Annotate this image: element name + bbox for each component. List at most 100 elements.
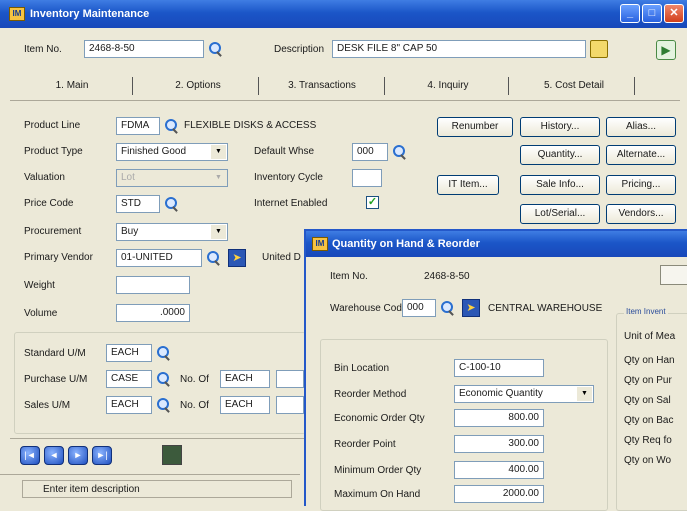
minimum-order-input[interactable]: 400.00	[454, 461, 544, 479]
sale-info-button[interactable]: Sale Info...	[520, 175, 600, 195]
sales-no-of-input[interactable]: EACH	[220, 396, 270, 414]
product-line-lookup-icon[interactable]	[162, 117, 180, 135]
sales-um-input[interactable]: EACH	[106, 396, 152, 414]
warehouse-lookup-icon[interactable]	[438, 299, 456, 317]
close-button[interactable]: ✕	[664, 4, 684, 23]
print-icon[interactable]	[162, 445, 182, 465]
last-record-button[interactable]: ►|	[92, 446, 112, 465]
alias-button[interactable]: Alias...	[606, 117, 676, 137]
maximize-button[interactable]: □	[642, 4, 662, 23]
quantity-button[interactable]: Quantity...	[520, 145, 600, 165]
alternate-button[interactable]: Alternate...	[606, 145, 676, 165]
inventory-cycle-input[interactable]	[352, 169, 382, 187]
vendor-drilldown-icon[interactable]: ➤	[228, 249, 246, 267]
purchase-factor-input[interactable]	[276, 370, 304, 388]
purchase-um-input[interactable]: CASE	[106, 370, 152, 388]
warehouse-drilldown-icon[interactable]: ➤	[462, 299, 480, 317]
warehouse-code-input[interactable]: 000	[402, 299, 436, 317]
app-icon: IM	[312, 237, 328, 251]
qty-on-backorder-label: Qty on Bac	[624, 415, 674, 426]
qty-corner-button[interactable]	[660, 265, 687, 285]
tab-inquiry[interactable]: 4. Inquiry	[398, 73, 498, 99]
pricing-button[interactable]: Pricing...	[606, 175, 676, 195]
purchase-um-lookup-icon[interactable]	[154, 370, 172, 388]
bin-location-input[interactable]: C-100-10	[454, 359, 544, 377]
valuation-value: Lot	[121, 172, 135, 183]
vendors-button[interactable]: Vendors...	[606, 204, 676, 224]
volume-input[interactable]: .0000	[116, 304, 190, 322]
internet-enabled-checkbox[interactable]: ✓	[366, 196, 379, 209]
warehouse-code-label: Warehouse Code	[330, 303, 408, 314]
memo-icon[interactable]	[590, 40, 608, 58]
maximum-on-hand-label: Maximum On Hand	[334, 489, 421, 500]
chevron-down-icon[interactable]: ▼	[211, 145, 226, 159]
reorder-point-input[interactable]: 300.00	[454, 435, 544, 453]
price-code-label: Price Code	[24, 198, 74, 209]
sales-factor-input[interactable]	[276, 396, 304, 414]
procurement-select[interactable]: Buy ▼	[116, 223, 228, 241]
description-label: Description	[274, 44, 325, 55]
maximum-on-hand-input[interactable]: 2000.00	[454, 485, 544, 503]
qty-item-no-value: 2468-8-50	[424, 271, 470, 282]
item-lookup-icon[interactable]	[206, 40, 224, 58]
bin-location-label: Bin Location	[334, 363, 390, 374]
previous-record-button[interactable]: ◄	[44, 446, 64, 465]
valuation-select: Lot ▼	[116, 169, 228, 187]
default-whse-input[interactable]: 000	[352, 143, 388, 161]
weight-input[interactable]	[116, 276, 190, 294]
warehouse-description: CENTRAL WAREHOUSE	[488, 303, 603, 314]
reorder-method-select[interactable]: Economic Quantity ▼	[454, 385, 594, 403]
product-type-select[interactable]: Finished Good ▼	[116, 143, 228, 161]
renumber-button[interactable]: Renumber	[437, 117, 513, 137]
main-titlebar[interactable]: IM Inventory Maintenance _ □ ✕	[0, 0, 687, 28]
vendor-lookup-icon[interactable]	[204, 249, 222, 267]
product-line-input[interactable]: FDMA	[116, 117, 160, 135]
lot-serial-button[interactable]: Lot/Serial...	[520, 204, 600, 224]
divider	[10, 438, 306, 439]
standard-um-input[interactable]: EACH	[106, 344, 152, 362]
eoq-label: Economic Order Qty	[334, 413, 425, 424]
first-record-button[interactable]: |◄	[20, 446, 40, 465]
reorder-point-label: Reorder Point	[334, 439, 396, 450]
procurement-value: Buy	[121, 226, 139, 237]
procurement-label: Procurement	[24, 226, 82, 237]
sales-no-of-label: No. Of	[180, 400, 209, 411]
it-item-button[interactable]: IT Item...	[437, 175, 499, 195]
save-record-icon[interactable]: ▶	[656, 40, 676, 60]
primary-vendor-input[interactable]: 01-UNITED	[116, 249, 202, 267]
tab-separator	[508, 77, 509, 95]
standard-um-lookup-icon[interactable]	[154, 344, 172, 362]
status-text: Enter item description	[22, 480, 292, 498]
price-code-input[interactable]: STD	[116, 195, 160, 213]
qty-titlebar[interactable]: IM Quantity on Hand & Reorder	[306, 231, 687, 257]
history-button[interactable]: History...	[520, 117, 600, 137]
sales-um-lookup-icon[interactable]	[154, 396, 172, 414]
unit-of-measure-label: Unit of Mea	[624, 331, 676, 342]
chevron-down-icon[interactable]: ▼	[577, 387, 592, 401]
minimum-order-label: Minimum Order Qty	[334, 465, 422, 476]
product-type-label: Product Type	[24, 146, 83, 157]
minimize-button[interactable]: _	[620, 4, 640, 23]
whse-lookup-icon[interactable]	[390, 143, 408, 161]
qty-on-work-order-label: Qty on Wo	[624, 455, 672, 466]
purchase-no-of-input[interactable]: EACH	[220, 370, 270, 388]
weight-label: Weight	[24, 280, 55, 291]
app-icon: IM	[9, 7, 25, 21]
next-record-button[interactable]: ►	[68, 446, 88, 465]
reorder-method-label: Reorder Method	[334, 389, 407, 400]
qty-required-label: Qty Req fo	[624, 435, 672, 446]
quantity-on-hand-window: IM Quantity on Hand & Reorder Item No. 2…	[304, 229, 687, 511]
tab-separator	[634, 77, 635, 95]
valuation-label: Valuation	[24, 172, 65, 183]
description-input[interactable]: DESK FILE 8" CAP 50	[332, 40, 586, 58]
tab-options[interactable]: 2. Options	[148, 73, 248, 99]
item-no-input[interactable]: 2468-8-50	[84, 40, 204, 58]
tab-cost-detail[interactable]: 5. Cost Detail	[524, 73, 624, 99]
price-code-lookup-icon[interactable]	[162, 195, 180, 213]
item-no-label: Item No.	[24, 44, 62, 55]
eoq-input[interactable]: 800.00	[454, 409, 544, 427]
tab-main[interactable]: 1. Main	[22, 73, 122, 99]
chevron-down-icon[interactable]: ▼	[211, 225, 226, 239]
internet-enabled-label: Internet Enabled	[254, 198, 328, 209]
tab-transactions[interactable]: 3. Transactions	[270, 73, 374, 99]
